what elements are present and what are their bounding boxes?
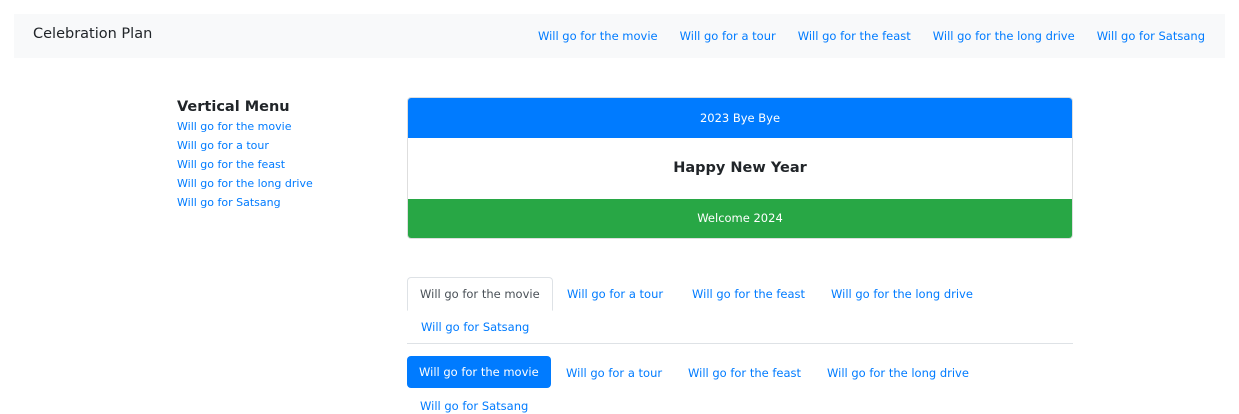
nav-link-tour[interactable]: Will go for a tour (680, 29, 776, 43)
vmenu-item-satsang[interactable]: Will go for Satsang (177, 196, 387, 209)
greeting-card: 2023 Bye Bye Happy New Year Welcome 2024 (407, 97, 1073, 239)
tab-satsang[interactable]: Will go for Satsang (421, 320, 529, 334)
navbar-links: Will go for the movie Will go for a tour… (538, 29, 1205, 43)
vmenu-item-long-drive[interactable]: Will go for the long drive (177, 177, 387, 190)
tab-feast[interactable]: Will go for the feast (692, 287, 805, 301)
pill-feast[interactable]: Will go for the feast (688, 366, 801, 380)
nav-link-movie[interactable]: Will go for the movie (538, 29, 658, 43)
pill-tour[interactable]: Will go for a tour (566, 366, 662, 380)
pill-satsang[interactable]: Will go for Satsang (420, 399, 528, 413)
tab-nav: Will go for the movie Will go for a tour… (407, 277, 1073, 344)
pill-movie[interactable]: Will go for the movie (407, 356, 551, 388)
pill-long-drive[interactable]: Will go for the long drive (827, 366, 969, 380)
card-header: 2023 Bye Bye (408, 98, 1072, 138)
nav-link-long-drive[interactable]: Will go for the long drive (933, 29, 1075, 43)
vmenu-item-feast[interactable]: Will go for the feast (177, 158, 387, 171)
vmenu-item-tour[interactable]: Will go for a tour (177, 139, 387, 152)
card-footer: Welcome 2024 (408, 199, 1072, 238)
vmenu-item-movie[interactable]: Will go for the movie (177, 120, 387, 133)
pill-nav: Will go for the movie Will go for a tour… (407, 356, 1073, 414)
tab-tour[interactable]: Will go for a tour (567, 287, 663, 301)
navbar-brand[interactable]: Celebration Plan (33, 26, 152, 42)
nav-link-feast[interactable]: Will go for the feast (798, 29, 911, 43)
vertical-menu-title: Vertical Menu (177, 99, 290, 115)
top-navbar: Celebration Plan Will go for the movie W… (14, 14, 1225, 58)
card-body: Happy New Year (408, 138, 1072, 199)
tab-movie[interactable]: Will go for the movie (407, 277, 553, 311)
vertical-menu: Vertical Menu Will go for the movie Will… (177, 99, 387, 215)
tab-long-drive[interactable]: Will go for the long drive (831, 287, 973, 301)
nav-link-satsang[interactable]: Will go for Satsang (1097, 29, 1205, 43)
